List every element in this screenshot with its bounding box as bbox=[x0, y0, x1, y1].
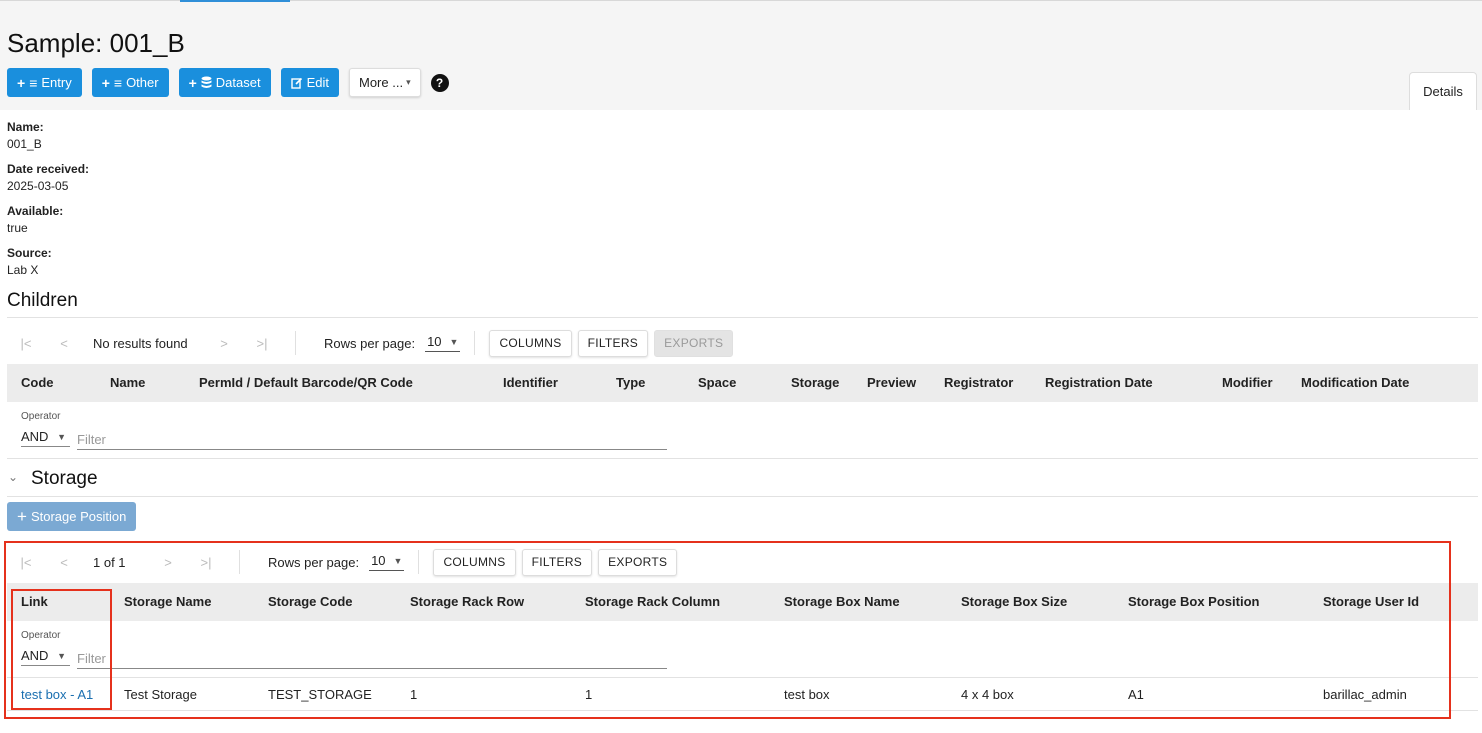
children-divider bbox=[7, 317, 1478, 318]
operator-select[interactable]: AND ▼ bbox=[21, 427, 70, 447]
edit-icon bbox=[290, 77, 302, 89]
col-permid[interactable]: PermId / Default Barcode/QR Code bbox=[199, 364, 413, 402]
list-icon: ≡ bbox=[113, 74, 123, 91]
list-icon: ≡ bbox=[29, 74, 38, 91]
storage-position-label: Storage Position bbox=[30, 509, 127, 524]
name-value: 001_B bbox=[7, 137, 42, 151]
chevron-down-icon[interactable]: ⌄ bbox=[8, 470, 18, 484]
rows-per-page-label: Rows per page: bbox=[324, 335, 416, 351]
highlight-link-column bbox=[11, 589, 112, 710]
other-button-label: Other bbox=[126, 75, 159, 90]
new-other-button[interactable]: + ≡ Other bbox=[91, 68, 169, 97]
source-label: Source: bbox=[7, 246, 52, 260]
new-entry-button[interactable]: + ≡ Entry bbox=[7, 68, 82, 97]
plus-icon: + bbox=[101, 74, 110, 91]
children-page-status: No results found bbox=[93, 335, 188, 351]
storage-divider bbox=[7, 496, 1478, 497]
first-page-icon[interactable]: |< bbox=[7, 336, 45, 351]
pager-separator bbox=[474, 331, 476, 355]
col-type[interactable]: Type bbox=[616, 364, 645, 402]
name-label: Name: bbox=[7, 120, 44, 134]
children-pager: |< < No results found > >| Rows per page… bbox=[7, 323, 739, 363]
caret-down-icon: ▼ bbox=[449, 336, 459, 347]
caret-down-icon: ▾ bbox=[406, 77, 411, 87]
col-preview[interactable]: Preview bbox=[867, 364, 916, 402]
action-toolbar: + ≡ Entry + ≡ Other + Dataset Edit More … bbox=[7, 68, 449, 97]
exports-button: EXPORTS bbox=[654, 329, 734, 357]
col-modifier[interactable]: Modifier bbox=[1222, 364, 1273, 402]
date-received-label: Date received: bbox=[7, 162, 90, 176]
new-dataset-button[interactable]: + Dataset bbox=[178, 68, 271, 97]
col-registration-date[interactable]: Registration Date bbox=[1045, 364, 1153, 402]
pager-separator bbox=[295, 331, 296, 355]
col-space[interactable]: Space bbox=[698, 364, 736, 402]
children-table-header: Code Name PermId / Default Barcode/QR Co… bbox=[7, 364, 1478, 402]
date-received-value: 2025-03-05 bbox=[7, 179, 69, 193]
col-code[interactable]: Code bbox=[21, 364, 54, 402]
columns-button[interactable]: COLUMNS bbox=[489, 329, 572, 357]
active-tab-indicator bbox=[180, 0, 290, 2]
col-identifier[interactable]: Identifier bbox=[503, 364, 558, 402]
tab-details[interactable]: Details bbox=[1409, 72, 1477, 110]
filters-button[interactable]: FILTERS bbox=[577, 329, 649, 357]
operator-value: AND bbox=[21, 429, 49, 444]
page-title: Sample: 001_B bbox=[7, 28, 185, 58]
available-label: Available: bbox=[7, 204, 64, 218]
operator-label: Operator bbox=[21, 411, 61, 422]
source-value: Lab X bbox=[7, 263, 39, 277]
plus-icon: + bbox=[17, 506, 27, 526]
col-modification-date[interactable]: Modification Date bbox=[1301, 364, 1409, 402]
dataset-button-label: Dataset bbox=[215, 75, 261, 90]
col-name[interactable]: Name bbox=[110, 364, 145, 402]
rows-per-page-value: 10 bbox=[427, 334, 442, 349]
next-page-icon[interactable]: > bbox=[205, 336, 243, 351]
edit-button[interactable]: Edit bbox=[280, 68, 339, 97]
children-filter-input[interactable]: Filter bbox=[77, 430, 667, 450]
edit-button-label: Edit bbox=[306, 75, 329, 90]
children-table-bottom bbox=[7, 458, 1478, 459]
plus-icon: + bbox=[17, 74, 26, 91]
more-dropdown-button[interactable]: More ... ▾ bbox=[348, 68, 421, 97]
help-icon[interactable]: ? bbox=[430, 73, 449, 92]
storage-title: Storage bbox=[31, 468, 98, 489]
database-icon bbox=[201, 76, 212, 88]
last-page-icon[interactable]: >| bbox=[243, 336, 281, 351]
rows-per-page-select[interactable]: 10 ▼ bbox=[425, 334, 461, 352]
caret-down-icon: ▼ bbox=[57, 431, 66, 442]
plus-icon: + bbox=[188, 74, 197, 91]
col-registrator[interactable]: Registrator bbox=[944, 364, 1013, 402]
entry-button-label: Entry bbox=[41, 75, 72, 90]
prev-page-icon[interactable]: < bbox=[45, 336, 83, 351]
col-storage[interactable]: Storage bbox=[791, 364, 839, 402]
available-value: true bbox=[7, 221, 28, 235]
highlight-storage-table bbox=[4, 541, 1451, 719]
children-title: Children bbox=[7, 290, 78, 311]
add-storage-position-button[interactable]: + Storage Position bbox=[7, 502, 137, 531]
main-content: Name: 001_B Date received: 2025-03-05 Av… bbox=[0, 110, 1482, 733]
more-button-label: More ... bbox=[358, 75, 404, 90]
